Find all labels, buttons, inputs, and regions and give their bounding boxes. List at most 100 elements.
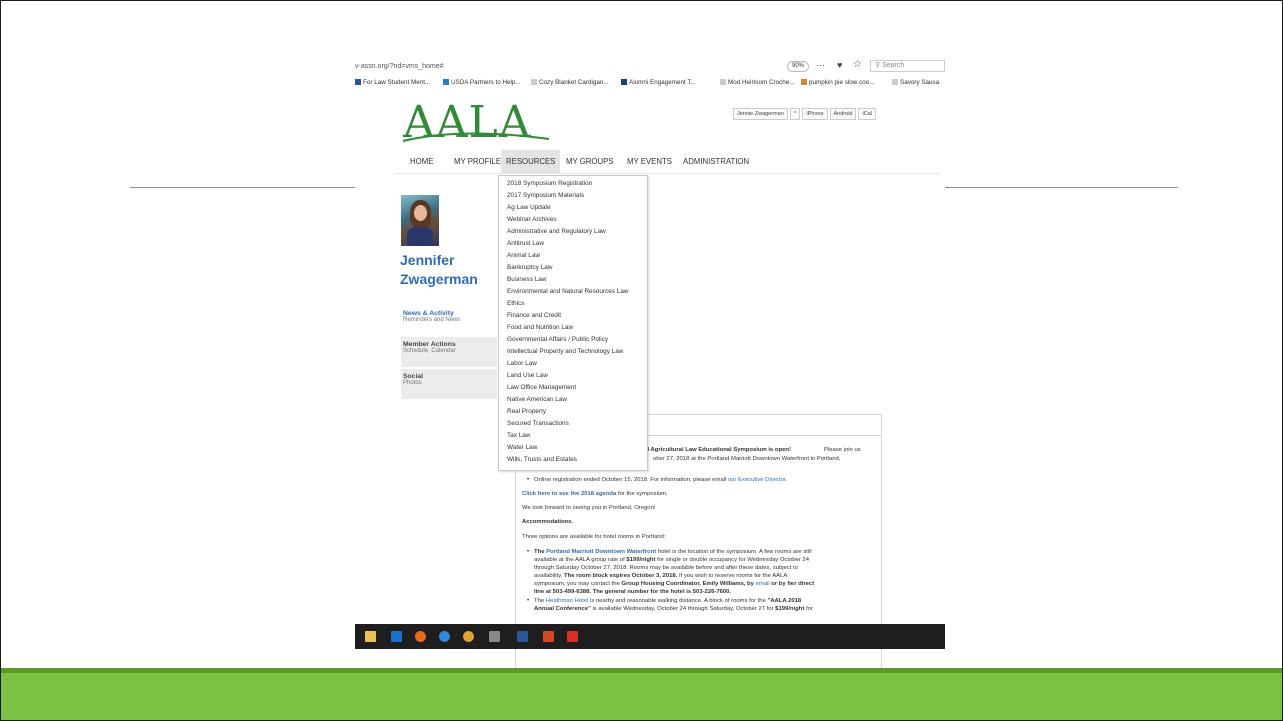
intro-text-c: ober 27, 2018 at the Portland Marriott D… bbox=[653, 456, 841, 462]
user-menu-caret-button[interactable]: ^ bbox=[789, 108, 801, 120]
menu-item[interactable]: Tax Law bbox=[507, 432, 530, 439]
menu-item[interactable]: Environmental and Natural Resources Law bbox=[507, 288, 629, 295]
nav-my-profile[interactable]: MY PROFILE bbox=[449, 150, 506, 174]
sidebar-social[interactable]: Social Photos bbox=[401, 369, 497, 399]
menu-item[interactable]: Ag Law Update bbox=[507, 204, 551, 211]
bookmark-favicon-icon bbox=[443, 79, 449, 85]
main-nav: HOME MY PROFILE RESOURCES MY GROUPS MY E… bbox=[395, 150, 940, 174]
bookmark-favicon-icon bbox=[801, 79, 807, 85]
menu-item[interactable]: Webinar Archives bbox=[507, 216, 557, 223]
iphone-button[interactable]: iPhone bbox=[802, 108, 828, 120]
resources-dropdown-menu: 2018 Symposium Registration 2017 Symposi… bbox=[498, 175, 648, 471]
menu-item[interactable]: 2018 Symposium Registration bbox=[507, 180, 592, 187]
hotel-1-line-4: availability. The room block expires Oct… bbox=[534, 573, 788, 579]
search-icon: ⚲ bbox=[875, 62, 881, 69]
bookmark-favicon-icon bbox=[531, 79, 537, 85]
bookmark-favicon-icon bbox=[621, 79, 627, 85]
bookmark-favicon-icon bbox=[720, 79, 726, 85]
search-input[interactable]: ⚲ Search bbox=[870, 60, 945, 72]
hotel-1-line-2: available at the AALA group rate of $199… bbox=[534, 557, 809, 563]
pocket-icon[interactable]: ♥ bbox=[837, 60, 842, 70]
profile-first-name: Jennifer bbox=[400, 252, 455, 268]
chrome-icon[interactable] bbox=[463, 631, 474, 642]
url-field[interactable]: v-assn.org/?nd=vms_home# bbox=[355, 63, 444, 70]
menu-item[interactable]: Ethics bbox=[507, 300, 524, 307]
menu-item[interactable]: Real Property bbox=[507, 408, 546, 415]
nav-administration[interactable]: ADMINISTRATION bbox=[678, 150, 754, 174]
bookmark-item[interactable]: Mod Heirloom Croche... bbox=[720, 79, 795, 86]
slide-divider-right bbox=[944, 187, 1178, 188]
windows-taskbar bbox=[355, 624, 945, 649]
menu-item[interactable]: Governmental Affairs / Public Policy bbox=[507, 336, 608, 343]
executive-director-link[interactable]: our Executive Director. bbox=[728, 477, 787, 483]
user-name-button[interactable]: Jennie Zwagerman bbox=[733, 108, 788, 120]
website-screenshot: v-assn.org/?nd=vms_home# 90% ··· ♥ ☆ ⚲ S… bbox=[355, 59, 945, 674]
nav-my-events[interactable]: MY EVENTS bbox=[622, 150, 677, 174]
android-button[interactable]: Android bbox=[829, 108, 857, 120]
intro-text-b: Please join us bbox=[824, 447, 861, 453]
firefox-icon[interactable] bbox=[415, 631, 426, 642]
bookmark-favicon-icon bbox=[892, 79, 898, 85]
look-forward-text: We look forward to seeing you in Portlan… bbox=[522, 505, 656, 511]
search-placeholder: Search bbox=[882, 62, 905, 69]
profile-last-name: Zwagerman bbox=[400, 271, 478, 287]
bookmark-item[interactable]: Savory Sausa bbox=[892, 79, 939, 86]
intro-text-a: nual Agricultural Law Educational Sympos… bbox=[637, 447, 791, 453]
hotel-1-line-6: line at 503-499-6388. The general number… bbox=[534, 589, 732, 595]
slide-divider-left bbox=[130, 187, 355, 188]
avatar[interactable] bbox=[401, 195, 439, 246]
logo-swoosh-icon bbox=[402, 132, 550, 142]
bookmark-item[interactable]: Cozy Blanket Cardigan... bbox=[531, 79, 609, 86]
marriott-link[interactable]: Portland Marriott Downtown Waterfront bbox=[546, 549, 656, 555]
word-icon[interactable] bbox=[517, 631, 528, 642]
powerpoint-icon[interactable] bbox=[543, 631, 554, 642]
bookmark-item[interactable]: pumpkin pie slow coo... bbox=[801, 79, 874, 86]
email-link[interactable]: email bbox=[756, 581, 770, 587]
bookmark-star-icon[interactable]: ☆ bbox=[853, 59, 862, 70]
sidebar-news-activity[interactable]: News & Activity Reminders and News bbox=[401, 306, 497, 336]
menu-item[interactable]: Labor Law bbox=[507, 360, 537, 367]
browser-toolbar: v-assn.org/?nd=vms_home# 90% ··· ♥ ☆ ⚲ S… bbox=[355, 59, 945, 76]
hotel-2-line-1: The Heathman Hotel is nearby and reasona… bbox=[534, 598, 802, 604]
menu-item[interactable]: Water Law bbox=[507, 444, 537, 451]
agenda-line: Click here to see the 2018 agenda for th… bbox=[522, 491, 668, 497]
zoom-level[interactable]: 90% bbox=[787, 61, 809, 72]
calculator-icon[interactable] bbox=[489, 631, 500, 642]
hotel-1-line-3: through Saturday October 27, 2018. Rooms… bbox=[534, 565, 798, 571]
menu-item[interactable]: 2017 Symposium Materials bbox=[507, 192, 584, 199]
ical-button[interactable]: iCal bbox=[858, 108, 876, 120]
footer-band bbox=[1, 673, 1282, 720]
nav-resources[interactable]: RESOURCES bbox=[501, 150, 561, 174]
outlook-icon[interactable] bbox=[391, 631, 402, 642]
sidebar-member-actions[interactable]: Member Actions Schedule, Calendar bbox=[401, 337, 497, 367]
menu-item[interactable]: Intellectual Property and Technology Law bbox=[507, 348, 623, 355]
bookmark-item[interactable]: USDA Partners to Help... bbox=[443, 79, 521, 86]
bookmark-favicon-icon bbox=[355, 79, 361, 85]
edge-icon[interactable] bbox=[439, 631, 450, 642]
menu-item[interactable]: Wills, Trusts and Estates bbox=[507, 456, 577, 463]
bookmark-item[interactable]: Alumni Engagement T... bbox=[621, 79, 696, 86]
menu-item[interactable]: Antitrust Law bbox=[507, 240, 544, 247]
hotel-2-line-2: Annual Conference" is available Wednesda… bbox=[534, 606, 813, 612]
menu-item[interactable]: Food and Nutrition Law bbox=[507, 324, 573, 331]
nav-home[interactable]: HOME bbox=[405, 150, 438, 174]
hotel-1-line-5: symposium, you may contact the Group Hou… bbox=[534, 581, 815, 587]
file-explorer-icon[interactable] bbox=[365, 631, 376, 642]
nav-my-groups[interactable]: MY GROUPS bbox=[561, 150, 619, 174]
menu-item[interactable]: Finance and Credit bbox=[507, 312, 561, 319]
more-actions-icon[interactable]: ··· bbox=[816, 60, 825, 70]
menu-item[interactable]: Land Use Law bbox=[507, 372, 548, 379]
agenda-link[interactable]: Click here to see the 2018 agenda bbox=[522, 491, 616, 497]
accommodations-heading: Accommodations. bbox=[522, 519, 574, 525]
menu-item[interactable]: Business Law bbox=[507, 276, 546, 283]
heathman-link[interactable]: Heathman Hotel bbox=[546, 598, 589, 604]
acrobat-icon[interactable] bbox=[567, 631, 578, 642]
menu-item[interactable]: Law Office Management bbox=[507, 384, 576, 391]
menu-item[interactable]: Administrative and Regulatory Law bbox=[507, 228, 606, 235]
menu-item[interactable]: Secured Transactions bbox=[507, 420, 569, 427]
menu-item[interactable]: Bankruptcy Law bbox=[507, 264, 552, 271]
menu-item[interactable]: Native American Law bbox=[507, 396, 567, 403]
registration-text: Online registration ended October 15, 20… bbox=[534, 477, 788, 483]
menu-item[interactable]: Animal Law bbox=[507, 252, 540, 259]
bookmark-item[interactable]: For Law Student Ment... bbox=[355, 79, 430, 86]
